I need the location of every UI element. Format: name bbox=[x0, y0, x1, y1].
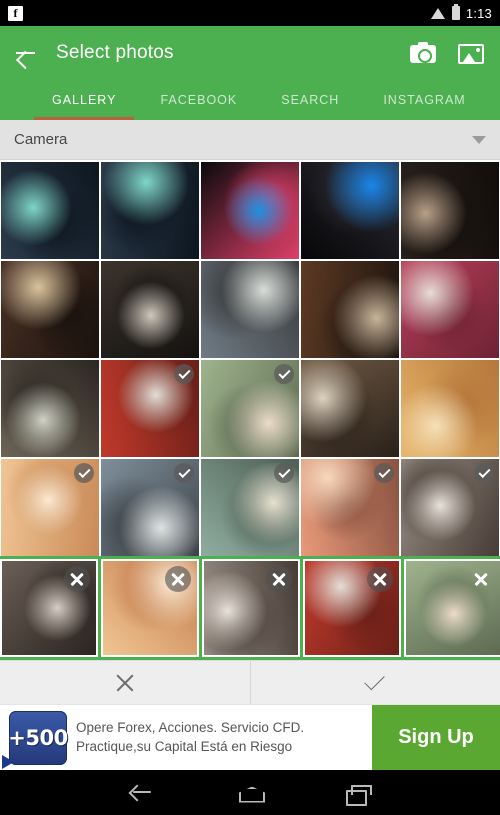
photo-thumbnail bbox=[301, 162, 399, 259]
selected-photo-chip[interactable] bbox=[202, 559, 300, 657]
close-icon[interactable] bbox=[165, 566, 191, 592]
photo-thumbnail bbox=[301, 360, 399, 457]
status-bar-right: 1:13 bbox=[431, 6, 492, 21]
ad-logo-box: +500 bbox=[9, 711, 67, 765]
status-bar: f 1:13 bbox=[0, 0, 500, 26]
photo-thumbnail bbox=[301, 261, 399, 358]
check-icon[interactable] bbox=[174, 364, 194, 384]
check-icon[interactable] bbox=[74, 463, 94, 483]
ad-logo-text: +500 bbox=[8, 726, 67, 750]
photo-cell[interactable] bbox=[1, 162, 99, 259]
tab-search[interactable]: SEARCH bbox=[259, 80, 361, 120]
system-nav-bar bbox=[0, 770, 500, 815]
action-bar bbox=[0, 660, 500, 704]
check-icon[interactable] bbox=[274, 364, 294, 384]
photo-thumbnail bbox=[1, 261, 99, 358]
tab-bar: GALLERYFACEBOOKSEARCHINSTAGRAM bbox=[0, 80, 500, 120]
app-bar-top: Select photos bbox=[0, 26, 500, 80]
nav-recents-icon[interactable] bbox=[342, 778, 372, 808]
ad-signup-button[interactable]: Sign Up bbox=[372, 705, 500, 770]
photo-thumbnail bbox=[401, 162, 499, 259]
camera-icon bbox=[410, 45, 436, 63]
photo-thumbnail bbox=[101, 261, 199, 358]
gallery-button[interactable] bbox=[456, 38, 486, 68]
camera-button[interactable] bbox=[408, 38, 438, 68]
selected-photo-chip[interactable] bbox=[404, 559, 500, 657]
confirm-button[interactable] bbox=[250, 661, 500, 704]
photo-cell[interactable] bbox=[201, 261, 299, 358]
selected-photo-chip[interactable] bbox=[101, 559, 199, 657]
ad-line-2: Practique,su Capital Está en Riesgo bbox=[76, 739, 364, 755]
photo-thumbnail bbox=[101, 162, 199, 259]
photo-cell[interactable] bbox=[401, 459, 499, 556]
photo-cell[interactable] bbox=[201, 162, 299, 259]
photo-cell[interactable] bbox=[1, 360, 99, 457]
chevron-down-icon bbox=[472, 136, 486, 144]
photo-cell[interactable] bbox=[401, 261, 499, 358]
status-bar-clock: 1:13 bbox=[466, 6, 492, 21]
back-arrow-icon[interactable] bbox=[14, 41, 38, 65]
check-icon[interactable] bbox=[274, 463, 294, 483]
close-icon bbox=[114, 672, 136, 694]
photo-thumbnail bbox=[401, 261, 499, 358]
close-icon[interactable] bbox=[468, 566, 494, 592]
photo-cell[interactable] bbox=[301, 162, 399, 259]
wifi-icon bbox=[431, 7, 446, 19]
album-selector[interactable]: Camera bbox=[0, 120, 500, 160]
check-icon[interactable] bbox=[374, 463, 394, 483]
check-icon bbox=[362, 674, 388, 692]
photo-cell[interactable] bbox=[1, 459, 99, 556]
photo-cell[interactable] bbox=[101, 261, 199, 358]
photo-cell[interactable] bbox=[101, 360, 199, 457]
cancel-button[interactable] bbox=[0, 661, 250, 704]
photo-thumbnail bbox=[401, 360, 499, 457]
photo-thumbnail bbox=[201, 162, 299, 259]
ad-logo: +500 bbox=[0, 705, 76, 770]
image-icon bbox=[458, 44, 484, 64]
tab-gallery[interactable]: GALLERY bbox=[30, 80, 138, 120]
ad-banner[interactable]: +500 Opere Forex, Acciones. Servicio CFD… bbox=[0, 704, 500, 770]
photo-thumbnail bbox=[1, 360, 99, 457]
close-icon[interactable] bbox=[266, 566, 292, 592]
photo-cell[interactable] bbox=[301, 360, 399, 457]
tab-facebook[interactable]: FACEBOOK bbox=[138, 80, 259, 120]
album-selector-value: Camera bbox=[14, 131, 472, 148]
selected-photos-strip bbox=[0, 556, 500, 660]
photo-cell[interactable] bbox=[301, 459, 399, 556]
photo-thumbnail bbox=[1, 162, 99, 259]
check-icon[interactable] bbox=[474, 463, 494, 483]
selected-photo-chip[interactable] bbox=[303, 559, 401, 657]
page-title: Select photos bbox=[56, 42, 390, 64]
battery-icon bbox=[452, 6, 460, 20]
photo-cell[interactable] bbox=[101, 162, 199, 259]
ad-line-1: Opere Forex, Acciones. Servicio CFD. bbox=[76, 720, 364, 736]
photo-cell[interactable] bbox=[201, 459, 299, 556]
photo-cell[interactable] bbox=[101, 459, 199, 556]
close-icon[interactable] bbox=[64, 566, 90, 592]
facebook-icon: f bbox=[8, 6, 23, 21]
ad-text: Opere Forex, Acciones. Servicio CFD. Pra… bbox=[76, 705, 372, 770]
selected-photo-chip[interactable] bbox=[0, 559, 98, 657]
nav-home-icon[interactable] bbox=[235, 778, 265, 808]
nav-back-icon[interactable] bbox=[128, 778, 158, 808]
photo-cell[interactable] bbox=[201, 360, 299, 457]
ad-choices-icon[interactable] bbox=[2, 755, 14, 769]
check-icon[interactable] bbox=[174, 463, 194, 483]
tab-instagram[interactable]: INSTAGRAM bbox=[361, 80, 487, 120]
app-bar: Select photos GALLERYFACEBOOKSEARCHINSTA… bbox=[0, 26, 500, 120]
photo-cell[interactable] bbox=[401, 360, 499, 457]
photo-grid bbox=[0, 160, 500, 556]
close-icon[interactable] bbox=[367, 566, 393, 592]
app-screen: f 1:13 Select photos GALLERYFACEBOOKSEAR… bbox=[0, 0, 500, 800]
photo-cell[interactable] bbox=[401, 162, 499, 259]
photo-cell[interactable] bbox=[1, 261, 99, 358]
photo-thumbnail bbox=[201, 261, 299, 358]
photo-cell[interactable] bbox=[301, 261, 399, 358]
